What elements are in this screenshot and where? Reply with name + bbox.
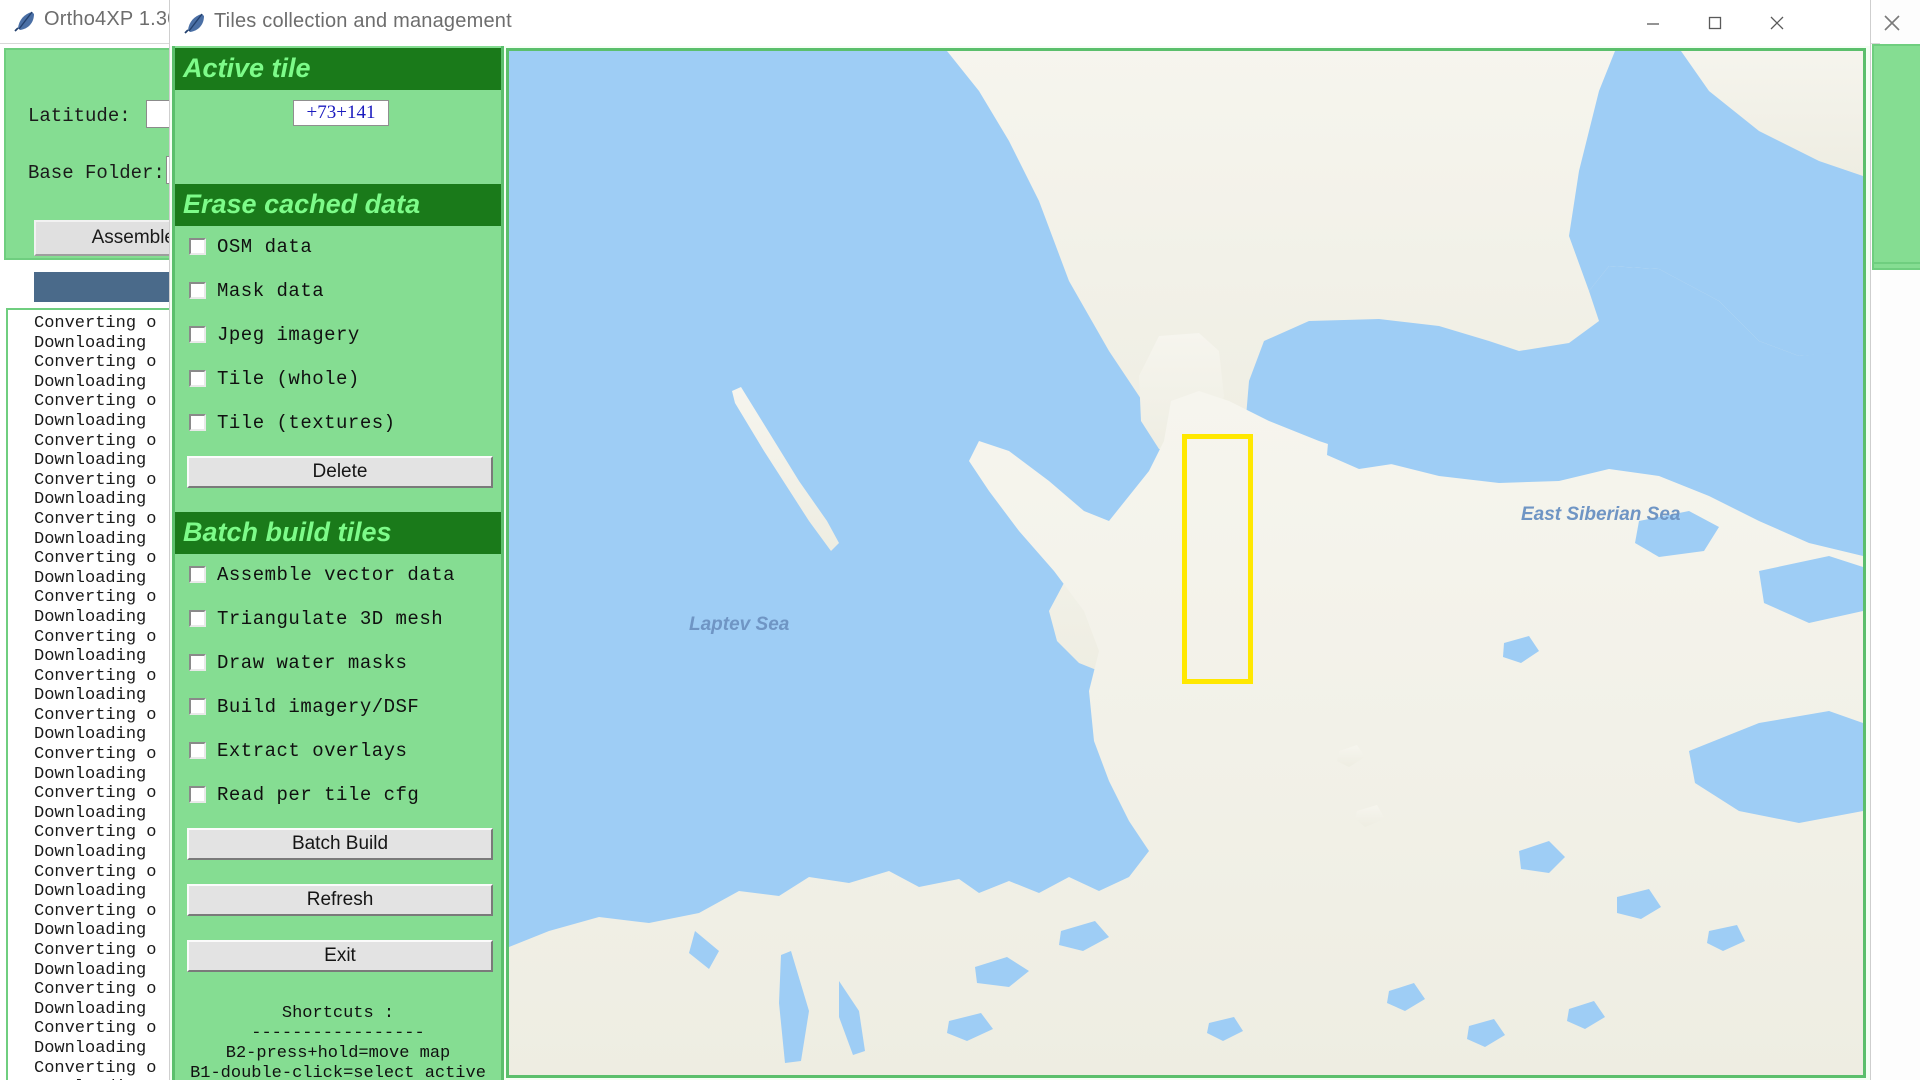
checkbox-icon[interactable] [189, 414, 206, 431]
minimize-button[interactable] [1622, 0, 1684, 46]
tiles-dialog-content: Active tile +73+141 Erase cached data OS… [170, 46, 1870, 1080]
batch-checkbox-row[interactable]: Build imagery/DSF [189, 696, 499, 722]
checkbox-icon[interactable] [189, 326, 206, 343]
batch-checkbox-row[interactable]: Read per tile cfg [189, 784, 499, 810]
checkbox-label: Assemble vector data [217, 564, 456, 586]
main-window-right-panel-strip [1872, 44, 1920, 264]
erase-checkbox-row[interactable]: Jpeg imagery [189, 324, 499, 350]
checkbox-icon[interactable] [189, 282, 206, 299]
checkbox-label: Jpeg imagery [217, 324, 360, 346]
sea-label-laptev: Laptev Sea [689, 614, 790, 635]
sea-label-east-siberian: East Siberian Sea [1521, 504, 1681, 525]
shortcuts-help-text: Shortcuts : ----------------- B2-press+h… [190, 1004, 486, 1080]
tiles-dialog-titlebar[interactable]: Tiles collection and management [170, 0, 1870, 46]
batch-build-button[interactable]: Batch Build [187, 828, 493, 860]
tiles-control-column: Active tile +73+141 Erase cached data OS… [172, 46, 504, 1080]
batch-checkbox-row[interactable]: Assemble vector data [189, 564, 499, 590]
checkbox-icon[interactable] [189, 238, 206, 255]
checkbox-label: Triangulate 3D mesh [217, 608, 444, 630]
checkbox-icon[interactable] [189, 698, 206, 715]
checkbox-label: Mask data [217, 280, 325, 302]
close-button[interactable] [1746, 0, 1808, 46]
checkbox-label: Build imagery/DSF [217, 696, 420, 718]
checkbox-label: Tile (whole) [217, 368, 360, 390]
active-tile-input[interactable]: +73+141 [293, 100, 389, 126]
erase-cached-data-heading: Erase cached data [175, 184, 501, 226]
erase-checkbox-row[interactable]: Mask data [189, 280, 499, 306]
checkbox-icon[interactable] [189, 742, 206, 759]
active-tile-heading: Active tile [175, 48, 501, 90]
console-log-text: Converting o Downloading Converting o Do… [34, 314, 157, 1080]
batch-checkbox-row[interactable]: Draw water masks [189, 652, 499, 678]
batch-build-tiles-heading: Batch build tiles [175, 512, 501, 554]
checkbox-label: Read per tile cfg [217, 784, 420, 806]
active-tile-row: +73+141 [175, 90, 501, 140]
checkbox-icon[interactable] [189, 654, 206, 671]
tiles-dialog-title: Tiles collection and management [214, 10, 512, 32]
latitude-label: Latitude: [28, 105, 131, 127]
checkbox-icon[interactable] [189, 370, 206, 387]
checkbox-label: Extract overlays [217, 740, 408, 762]
erase-checkbox-row[interactable]: OSM data [189, 236, 499, 262]
base-folder-label: Base Folder: [28, 162, 165, 184]
refresh-button[interactable]: Refresh [187, 884, 493, 916]
erase-checkbox-row[interactable]: Tile (textures) [189, 412, 499, 438]
checkbox-icon[interactable] [189, 786, 206, 803]
checkbox-label: OSM data [217, 236, 313, 258]
screen: Ortho4XP 1.30 Latitude: 73 Base Folder: … [0, 0, 1920, 1080]
tiles-map-view[interactable]: East Siberian Sea Laptev Sea 飞行者联盟 China… [506, 48, 1866, 1078]
checkbox-label: Draw water masks [217, 652, 408, 674]
main-window-right-panel-strip-2 [1872, 262, 1920, 270]
checkbox-icon[interactable] [189, 610, 206, 627]
main-window-close-button[interactable] [1872, 6, 1912, 38]
batch-checkbox-row[interactable]: Extract overlays [189, 740, 499, 766]
batch-checkbox-row[interactable]: Triangulate 3D mesh [189, 608, 499, 634]
exit-button[interactable]: Exit [187, 940, 493, 972]
checkbox-label: Tile (textures) [217, 412, 396, 434]
delete-button[interactable]: Delete [187, 456, 493, 488]
maximize-button[interactable] [1684, 0, 1746, 46]
main-window-title: Ortho4XP 1.30 [44, 8, 179, 30]
feather-icon [182, 10, 208, 36]
erase-checkbox-row[interactable]: Tile (whole) [189, 368, 499, 394]
tile-selection-rectangle[interactable] [1182, 434, 1253, 684]
feather-icon [12, 8, 38, 34]
checkbox-icon[interactable] [189, 566, 206, 583]
tiles-dialog-window: Tiles collection and management Active t… [170, 0, 1870, 1080]
